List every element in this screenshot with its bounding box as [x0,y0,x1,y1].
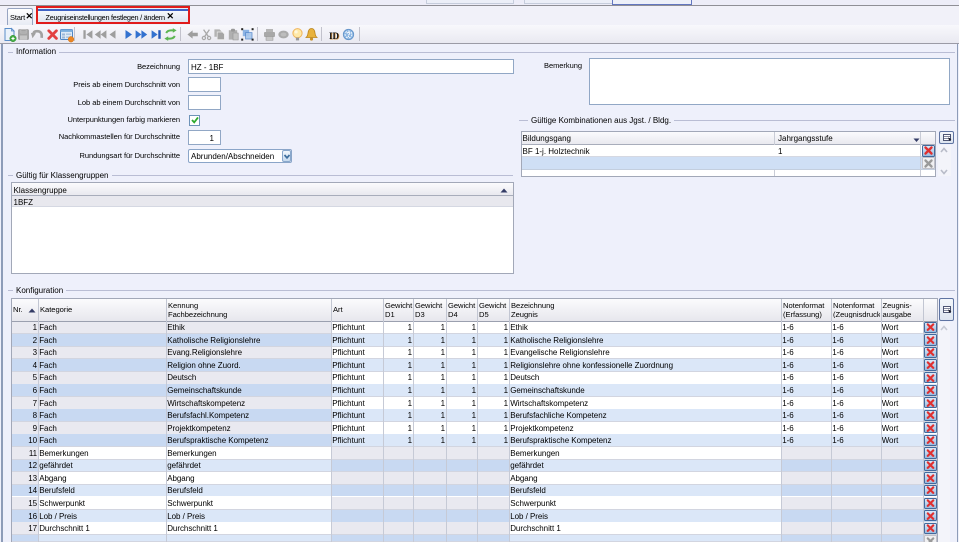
svg-text:?: ? [346,32,350,39]
